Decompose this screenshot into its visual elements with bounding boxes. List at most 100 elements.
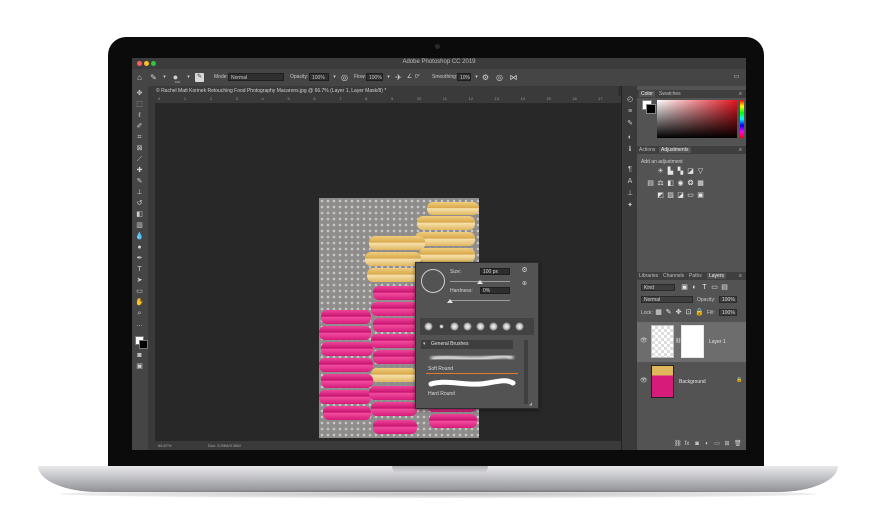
type-tool-icon[interactable]: T xyxy=(135,266,144,273)
tab-paths[interactable]: Paths xyxy=(689,273,702,279)
brush-preset-chevron-icon[interactable]: ▾ xyxy=(184,73,193,82)
crop-tool-icon[interactable]: ⌗ xyxy=(135,134,144,141)
brush-tool-active-icon[interactable]: ✎ xyxy=(135,178,144,185)
recent-brush-preset[interactable] xyxy=(502,322,511,331)
layer-row-background[interactable]: 👁 Background 🔒 xyxy=(637,362,746,402)
soft-round-stroke[interactable] xyxy=(428,353,516,363)
tab-color[interactable]: Color xyxy=(639,91,655,97)
size-slider-thumb[interactable] xyxy=(477,280,483,284)
brush-tool-icon[interactable]: ✎ xyxy=(149,73,158,82)
hardness-field[interactable]: 0% xyxy=(480,287,510,294)
smoothing-options-gear-icon[interactable]: ⚙ xyxy=(481,73,490,82)
mode-select[interactable]: Normal xyxy=(228,73,284,81)
new-layer-icon[interactable]: ⊞ xyxy=(724,441,730,448)
pressure-size-icon[interactable]: ◎ xyxy=(495,73,504,82)
filter-adjustment-icon[interactable]: ◐ xyxy=(691,284,698,291)
zoom-tool-icon[interactable]: ⌕ xyxy=(135,310,144,317)
fill-field[interactable]: 100% xyxy=(719,309,737,316)
tab-layers[interactable]: Layers xyxy=(707,273,727,279)
path-select-tool-icon[interactable]: ➤ xyxy=(135,277,144,284)
opacity-chevron-icon[interactable]: ▾ xyxy=(330,73,339,82)
recent-brush-preset[interactable] xyxy=(450,322,459,331)
background-thumbnail[interactable] xyxy=(651,365,674,398)
lasso-tool-icon[interactable]: ℓ xyxy=(135,112,144,119)
exposure-icon[interactable]: ◪ xyxy=(687,168,694,175)
symmetry-icon[interactable]: ⋈ xyxy=(509,73,518,82)
popup-gear-icon[interactable]: ⚙ xyxy=(520,266,529,275)
eraser-tool-icon[interactable]: ◧ xyxy=(135,211,144,218)
shape-tool-icon[interactable]: ▭ xyxy=(135,288,144,295)
chevron-down-icon[interactable]: ▾ xyxy=(160,73,169,82)
background-swatch[interactable] xyxy=(646,104,656,114)
curves-icon[interactable]: ▚ xyxy=(677,168,684,175)
delete-layer-icon[interactable]: 🗑 xyxy=(734,441,742,448)
filter-shape-icon[interactable]: ▭ xyxy=(711,284,718,291)
threshold-icon[interactable]: ◪ xyxy=(677,192,684,199)
vibrance-icon[interactable]: ▽ xyxy=(697,168,704,175)
quick-select-tool-icon[interactable]: ✐ xyxy=(135,123,144,130)
info-panel-icon[interactable]: ℹ xyxy=(626,146,634,153)
layer-name[interactable]: Layer 1 xyxy=(709,339,726,345)
visibility-eye-icon[interactable]: 👁 xyxy=(640,337,648,344)
popup-scrollbar[interactable] xyxy=(524,340,528,404)
folder-chevron-icon[interactable]: ▾ xyxy=(423,341,426,347)
hardness-slider[interactable] xyxy=(450,300,510,301)
flow-chevron-icon[interactable]: ▾ xyxy=(384,73,393,82)
pen-tool-icon[interactable]: ✒ xyxy=(135,255,144,262)
hardness-slider-thumb[interactable] xyxy=(447,299,453,303)
filter-smart-icon[interactable]: ▤ xyxy=(721,284,728,291)
gradient-tool-icon[interactable]: ▥ xyxy=(135,222,144,229)
lock-position-icon[interactable]: ✥ xyxy=(675,309,682,316)
lock-transparent-icon[interactable]: ▦ xyxy=(655,309,662,316)
brush-folder[interactable]: General Brushes xyxy=(421,340,513,349)
properties-panel-icon[interactable]: ≡ xyxy=(626,108,634,115)
document-tab[interactable]: © Rachel Matt Korinek Retouching Food Ph… xyxy=(148,86,618,96)
more-tools-icon[interactable]: … xyxy=(135,321,144,328)
tab-channels[interactable]: Channels xyxy=(663,273,684,279)
screen-mode-icon[interactable]: ▣ xyxy=(135,363,144,370)
glyph-panel-icon[interactable]: ◐ xyxy=(626,134,634,141)
home-icon[interactable]: ⌂ xyxy=(135,73,144,82)
clone-source-panel-icon[interactable]: ⊥ xyxy=(626,190,634,197)
pressure-opacity-icon[interactable]: ◎ xyxy=(340,73,349,82)
photo-filter-icon[interactable]: ◉ xyxy=(677,180,684,187)
dodge-tool-icon[interactable]: ● xyxy=(135,244,144,251)
clone-stamp-tool-icon[interactable]: ⊥ xyxy=(135,189,144,196)
panel-menu-icon[interactable]: ≡ xyxy=(739,91,742,97)
color-lookup-icon[interactable]: ▦ xyxy=(697,180,704,187)
add-mask-icon[interactable]: ◙ xyxy=(694,441,700,448)
quick-mask-icon[interactable]: ◙ xyxy=(135,352,144,359)
brush-angle-preview[interactable] xyxy=(421,269,445,293)
black-white-icon[interactable]: ◧ xyxy=(667,180,674,187)
flow-field[interactable]: 100% xyxy=(366,73,383,81)
invert-icon[interactable]: ◩ xyxy=(657,192,664,199)
recent-brush-preset[interactable] xyxy=(515,322,524,331)
tab-swatches[interactable]: Swatches xyxy=(659,91,681,97)
levels-icon[interactable]: ▙ xyxy=(667,168,674,175)
adjustments-menu-icon[interactable]: ≡ xyxy=(739,147,742,153)
tab-adjustments[interactable]: Adjustments xyxy=(659,147,691,153)
zoom-readout[interactable]: 66.67% xyxy=(158,443,172,448)
layers-menu-icon[interactable]: ≡ xyxy=(739,273,742,279)
recent-brush-preset[interactable] xyxy=(424,322,433,331)
selective-color-icon[interactable]: ▣ xyxy=(697,192,704,199)
new-preset-icon[interactable]: ⊕ xyxy=(520,280,529,289)
hue-saturation-icon[interactable]: ▤ xyxy=(647,180,654,187)
smoothing-field[interactable]: 10% xyxy=(457,73,471,81)
airbrush-icon[interactable]: ✈ xyxy=(394,73,403,82)
recent-brush-preset[interactable] xyxy=(439,324,444,329)
hand-tool-icon[interactable]: ✋ xyxy=(135,299,144,306)
gradient-map-icon[interactable]: ▭ xyxy=(687,192,694,199)
frame-tool-icon[interactable]: ⊠ xyxy=(135,145,144,152)
smoothing-chevron-icon[interactable]: ▾ xyxy=(472,73,481,82)
paragraph-panel-icon[interactable]: ¶ xyxy=(626,166,634,173)
new-group-icon[interactable]: ▭ xyxy=(714,441,720,448)
resize-handle-icon[interactable]: ◢ xyxy=(529,401,532,406)
channel-mixer-icon[interactable]: ❂ xyxy=(687,180,694,187)
recent-brush-preset[interactable] xyxy=(463,322,472,331)
size-field[interactable]: 100 px xyxy=(480,268,510,275)
hue-slider[interactable] xyxy=(740,100,744,138)
brush-name[interactable]: Soft Round xyxy=(428,366,453,372)
layer-opacity-field[interactable]: 100% xyxy=(719,296,737,303)
layer-filter-select[interactable]: Kind xyxy=(641,284,675,291)
